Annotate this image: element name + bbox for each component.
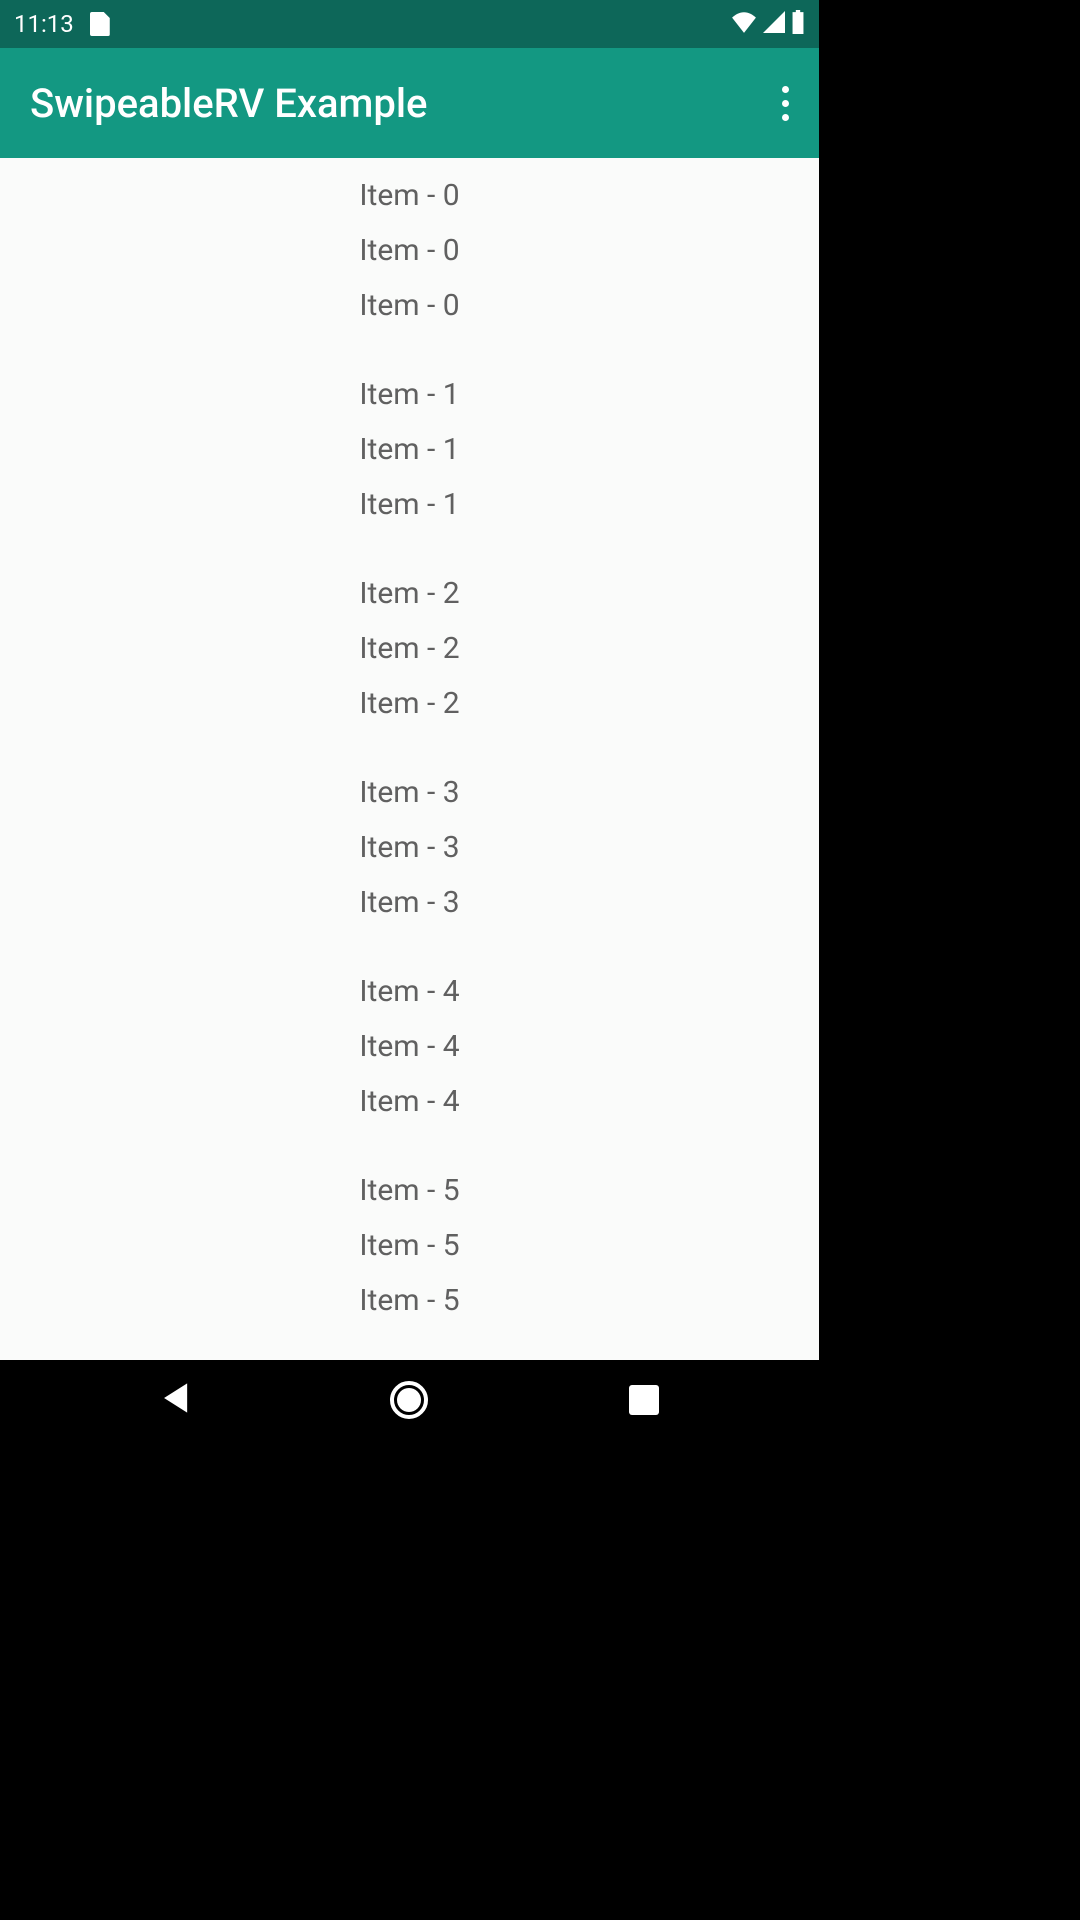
app-bar: SwipeableRV Example [0,48,819,158]
list-item[interactable]: Item - 3 [0,765,819,820]
more-vert-icon [782,100,789,107]
list-item[interactable]: Item - 2 [0,676,819,731]
list-item[interactable]: Item - 5 [0,1273,819,1328]
list-item[interactable]: Item - 0 [0,168,819,223]
more-vert-icon [782,86,789,93]
overflow-menu-button[interactable] [774,78,797,129]
list-group[interactable]: Item - 0Item - 0Item - 0 [0,158,819,357]
navigation-bar [0,1360,819,1440]
list-group[interactable]: Item - 3Item - 3Item - 3 [0,755,819,954]
app-title: SwipeableRV Example [30,80,427,127]
list-group[interactable]: Item - 6 [0,1352,819,1360]
list-item[interactable]: Item - 3 [0,875,819,930]
list-item[interactable]: Item - 2 [0,621,819,676]
list-item[interactable]: Item - 4 [0,1074,819,1129]
list-item[interactable]: Item - 1 [0,422,819,477]
home-button[interactable] [390,1381,428,1419]
wifi-icon [731,11,757,37]
sd-card-icon [90,12,110,36]
list-item[interactable]: Item - 2 [0,566,819,621]
list-item[interactable]: Item - 4 [0,1019,819,1074]
list-item[interactable]: Item - 1 [0,367,819,422]
status-bar: 11:13 [0,0,819,48]
content-area[interactable]: Item - 0Item - 0Item - 0Item - 1Item - 1… [0,158,819,1360]
list-item[interactable]: Item - 5 [0,1163,819,1218]
list-group[interactable]: Item - 4Item - 4Item - 4 [0,954,819,1153]
list-item[interactable]: Item - 4 [0,964,819,1019]
list-item[interactable]: Item - 3 [0,820,819,875]
back-button[interactable] [160,1381,190,1419]
list-group[interactable]: Item - 5Item - 5Item - 5 [0,1153,819,1352]
list-item[interactable]: Item - 1 [0,477,819,532]
list-item[interactable]: Item - 0 [0,223,819,278]
battery-icon [791,10,805,38]
signal-icon [763,11,785,37]
status-time: 11:13 [14,10,74,38]
list-item[interactable]: Item - 5 [0,1218,819,1273]
more-vert-icon [782,114,789,121]
list-group[interactable]: Item - 1Item - 1Item - 1 [0,357,819,556]
status-left: 11:13 [14,10,110,38]
recent-apps-button[interactable] [629,1385,659,1415]
list-group[interactable]: Item - 2Item - 2Item - 2 [0,556,819,755]
phone-screen: 11:13 SwipeableRV Example Item - 0Item -… [0,0,819,1440]
list-item[interactable]: Item - 0 [0,278,819,333]
status-right [731,10,805,38]
